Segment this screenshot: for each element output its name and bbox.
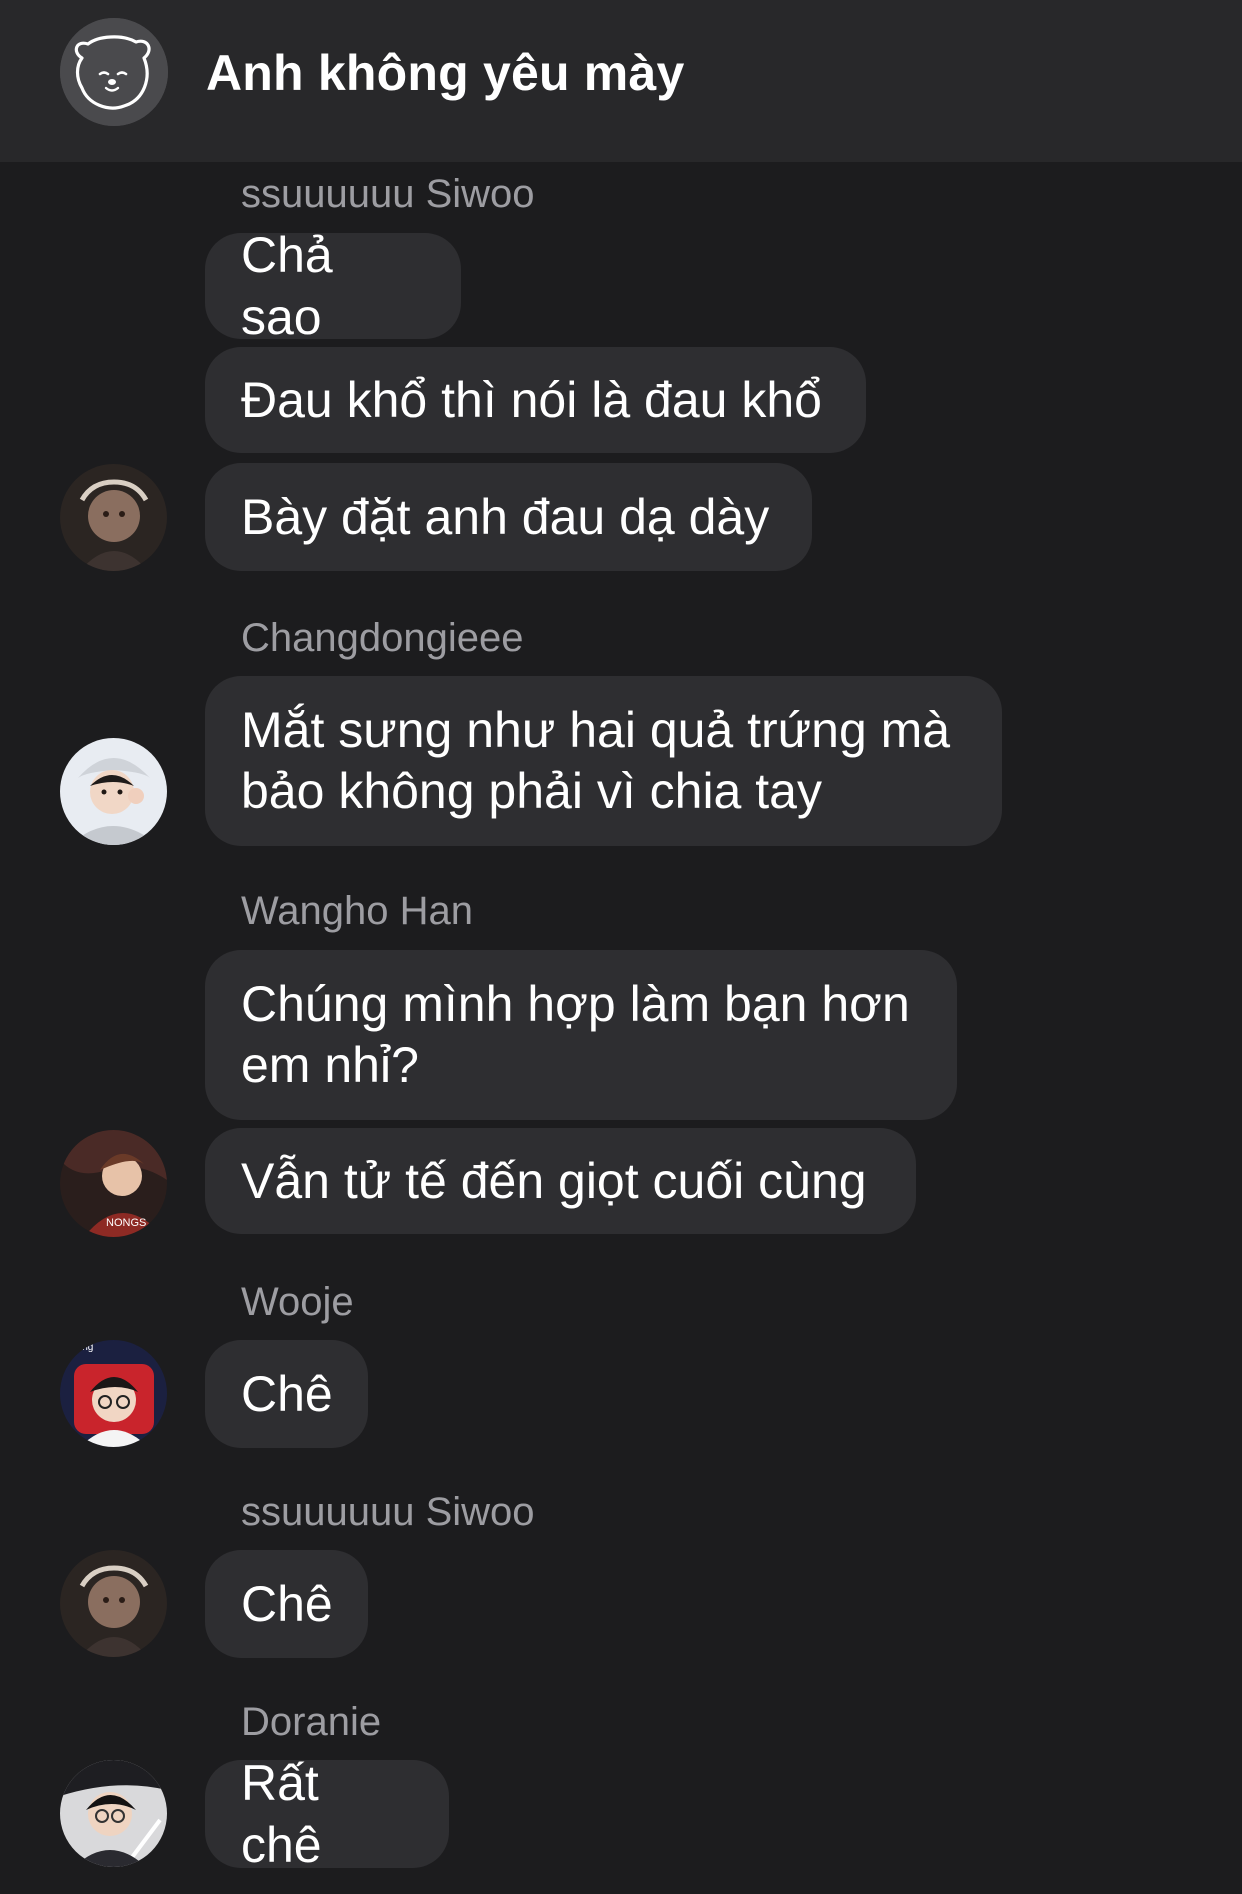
avatar-wooje[interactable]: ing: [60, 1340, 167, 1447]
message-text: Bày đặt anh đau dạ dày: [241, 489, 770, 545]
message-bubble[interactable]: Chúng mình hợp làm bạn hơn em nhỉ?: [205, 950, 957, 1120]
message-bubble[interactable]: Bày đặt anh đau dạ dày: [205, 463, 812, 571]
message-bubble[interactable]: Chê: [205, 1340, 368, 1448]
sender-name: Wooje: [241, 1280, 354, 1324]
message-text: Chê: [241, 1576, 333, 1632]
sender-name: Wangho Han: [241, 889, 473, 933]
sender-name: Changdongieee: [241, 616, 524, 660]
message-bubble[interactable]: Chả sao: [205, 227, 461, 345]
sender-name: Doranie: [241, 1700, 382, 1744]
message-text: Chê: [241, 1366, 333, 1422]
sender-name: ssuuuuuu Siwoo: [241, 1490, 535, 1534]
chat-header: Anh không yêu mày: [0, 0, 1242, 162]
group-avatar[interactable]: [60, 18, 168, 126]
avatar-wangho[interactable]: NONGS: [60, 1130, 167, 1237]
message-text: Vẫn tử tế đến giọt cuối cùng: [241, 1153, 867, 1209]
avatar-changdong[interactable]: [60, 738, 167, 845]
chat-title: Anh không yêu mày: [206, 45, 685, 101]
avatar-siwoo[interactable]: [60, 1550, 167, 1657]
avatar-siwoo[interactable]: [60, 464, 167, 571]
message-text: Đau khổ thì nói là đau khổ: [241, 372, 822, 428]
message-text: Chả sao: [241, 227, 333, 345]
bear-icon: [60, 18, 168, 126]
badge-text: ing: [80, 1342, 93, 1353]
message-bubble[interactable]: Mắt sưng như hai quả trứng mà bảo không …: [205, 676, 1002, 846]
shirt-text: NONGS: [106, 1217, 146, 1229]
message-bubble[interactable]: Chê: [205, 1550, 368, 1658]
message-text: Chúng mình hợp làm bạn hơn em nhỉ?: [241, 976, 910, 1093]
message-bubble[interactable]: Đau khổ thì nói là đau khổ: [205, 347, 866, 453]
message-text: Mắt sưng như hai quả trứng mà bảo không …: [241, 702, 951, 819]
message-bubble[interactable]: Vẫn tử tế đến giọt cuối cùng: [205, 1128, 916, 1234]
sender-name: ssuuuuuu Siwoo: [241, 172, 535, 216]
message-bubble[interactable]: Rất chê: [205, 1755, 449, 1873]
message-text: Rất chê: [241, 1755, 322, 1873]
avatar-doranie[interactable]: [60, 1760, 167, 1867]
